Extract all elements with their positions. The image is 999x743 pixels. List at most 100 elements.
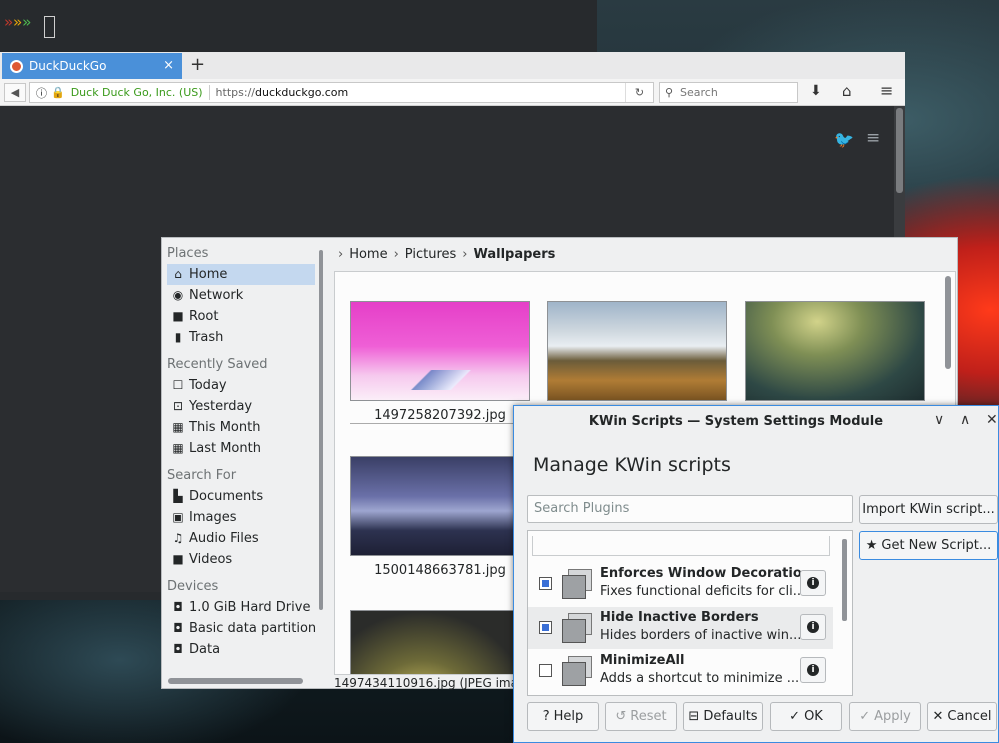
search-videos[interactable]: ■ Videos xyxy=(162,549,320,570)
page-menu-icon[interactable]: ≡ xyxy=(866,128,880,148)
import-script-button[interactable]: Import KWin script... xyxy=(859,495,998,524)
info-icon: i xyxy=(807,664,819,676)
script-description: Hides borders of inactive win... xyxy=(600,628,802,643)
file-view-scrollbar[interactable] xyxy=(945,276,951,369)
info-button[interactable]: i xyxy=(800,614,826,640)
new-tab-button[interactable]: + xyxy=(190,54,205,75)
help-icon: ? xyxy=(542,709,550,724)
search-box[interactable]: ⚲ Search xyxy=(659,82,798,103)
places-vscrollbar[interactable] xyxy=(319,250,323,610)
list-header-row xyxy=(532,536,830,556)
url-separator xyxy=(208,85,210,100)
back-button[interactable]: ◀ xyxy=(4,83,26,102)
undo-icon: ↺ xyxy=(615,709,627,724)
crumb-wallpapers[interactable]: Wallpapers xyxy=(473,247,555,262)
script-name: Hide Inactive Borders xyxy=(600,610,759,625)
filename-1[interactable]: 1497258207392.jpg xyxy=(350,408,530,424)
help-button[interactable]: ? Help xyxy=(527,702,599,731)
script-checkbox[interactable] xyxy=(539,577,552,590)
search-plugins-input[interactable]: Search Plugins xyxy=(527,495,853,523)
cancel-button[interactable]: ✕ Cancel xyxy=(927,702,997,731)
reload-icon[interactable]: ↻ xyxy=(625,83,653,102)
url-protocol: https:// xyxy=(215,86,255,99)
thumbnail-3[interactable] xyxy=(745,301,925,401)
script-checkbox[interactable] xyxy=(539,621,552,634)
close-icon[interactable]: ✕ xyxy=(986,412,998,428)
home-icon[interactable]: ⌂ xyxy=(842,82,852,100)
place-trash[interactable]: ▮ Trash xyxy=(162,327,320,348)
ok-button[interactable]: ✓ OK xyxy=(770,702,842,731)
calendar-month-icon: ▦ xyxy=(172,420,184,434)
place-root[interactable]: ■ Root xyxy=(162,306,320,327)
search-icon: ⚲ xyxy=(665,86,674,99)
terminal-prompt: »»» xyxy=(4,13,32,31)
search-audio[interactable]: ♫ Audio Files xyxy=(162,528,320,549)
crumb-pictures[interactable]: Pictures xyxy=(405,247,456,262)
script-checkbox[interactable] xyxy=(539,664,552,677)
apply-button[interactable]: ✓ Apply xyxy=(849,702,921,731)
menu-icon[interactable]: ≡ xyxy=(880,81,893,100)
url-bar[interactable]: ⓘ 🔒 Duck Duck Go, Inc. (US) https:// duc… xyxy=(29,82,654,103)
navigation-bar: ◀ ⓘ 🔒 Duck Duck Go, Inc. (US) https:// d… xyxy=(0,79,905,106)
info-button[interactable]: i xyxy=(800,570,826,596)
recent-yesterday[interactable]: ⊡ Yesterday xyxy=(162,396,320,417)
recent-this-month[interactable]: ▦ This Month xyxy=(162,417,320,438)
recent-last-month[interactable]: ▦ Last Month xyxy=(162,438,320,459)
places-hscrollbar[interactable] xyxy=(168,678,303,684)
places-header: Places xyxy=(167,246,209,261)
script-row[interactable]: Enforces Window Decoratio... Fixes funct… xyxy=(528,563,833,605)
scripts-list: Enforces Window Decoratio... Fixes funct… xyxy=(527,530,853,696)
lock-icon: 🔒 xyxy=(51,86,65,99)
info-icon[interactable]: ⓘ xyxy=(36,85,47,101)
thumbnail-4[interactable] xyxy=(350,456,530,556)
place-home[interactable]: ⌂ Home xyxy=(167,264,315,285)
device-hard-drive[interactable]: ◘ 1.0 GiB Hard Drive xyxy=(162,597,320,618)
scripts-scrollbar[interactable] xyxy=(842,539,847,621)
tab-close-icon[interactable]: × xyxy=(163,58,174,73)
places-panel: Places ⌂ Home ◉ Network ■ Root ▮ Trash Recen… xyxy=(162,238,320,690)
thumbnail-5[interactable] xyxy=(350,610,530,674)
tab-duckduckgo[interactable]: DuckDuckGo × xyxy=(2,53,182,79)
drive-icon: ◘ xyxy=(173,642,183,656)
search-images[interactable]: ▣ Images xyxy=(162,507,320,528)
network-icon: ◉ xyxy=(172,288,184,302)
place-network[interactable]: ◉ Network xyxy=(162,285,320,306)
script-row[interactable]: Hide Inactive Borders Hides borders of i… xyxy=(528,607,833,649)
device-basic-partition[interactable]: ◘ Basic data partition xyxy=(162,618,320,639)
filename-4[interactable]: 1500148663781.jpg xyxy=(350,563,530,578)
status-bar: 1497434110916.jpg (JPEG ima xyxy=(334,676,518,690)
calendar-yesterday-icon: ⊡ xyxy=(172,399,184,413)
minimize-icon[interactable]: ∨ xyxy=(934,412,944,428)
breadcrumb: › Home › Pictures › Wallpapers xyxy=(338,246,556,262)
reset-button[interactable]: ↺ Reset xyxy=(605,702,677,731)
terminal-cursor xyxy=(44,16,55,38)
recent-today[interactable]: ☐ Today xyxy=(162,375,320,396)
star-icon: ★ xyxy=(865,538,878,553)
check-icon: ✓ xyxy=(789,709,801,724)
thumbnail-1[interactable] xyxy=(350,301,530,401)
page-heading: Manage KWin scripts xyxy=(533,454,731,476)
url-domain: duckduckgo.com xyxy=(254,86,349,99)
image-icon: ▣ xyxy=(172,510,184,524)
search-placeholder: Search xyxy=(680,86,718,99)
get-new-script-button[interactable]: ★ Get New Script... xyxy=(859,531,998,560)
twitter-icon[interactable]: 🐦 xyxy=(834,130,854,149)
folder-icon: ■ xyxy=(172,309,184,323)
script-name: MinimizeAll xyxy=(600,653,685,668)
drive-icon: ◘ xyxy=(173,621,183,635)
recent-header: Recently Saved xyxy=(167,357,268,372)
devices-header: Devices xyxy=(167,579,219,594)
info-button[interactable]: i xyxy=(800,657,826,683)
tab-title: DuckDuckGo xyxy=(29,59,107,73)
search-documents[interactable]: ▙ Documents xyxy=(162,486,320,507)
search-header: Search For xyxy=(167,468,237,483)
device-data[interactable]: ◘ Data xyxy=(162,639,320,660)
script-row[interactable]: MinimizeAll Adds a shortcut to minimize … xyxy=(528,650,833,692)
thumbnail-2[interactable] xyxy=(547,301,727,401)
script-description: Fixes functional deficits for cli... xyxy=(600,584,806,599)
crumb-home[interactable]: Home xyxy=(349,247,387,262)
defaults-button[interactable]: ⊟ Defaults xyxy=(683,702,763,731)
drive-icon: ◘ xyxy=(173,600,183,614)
download-icon[interactable]: ⬇ xyxy=(810,83,822,99)
maximize-icon[interactable]: ∧ xyxy=(960,412,970,428)
